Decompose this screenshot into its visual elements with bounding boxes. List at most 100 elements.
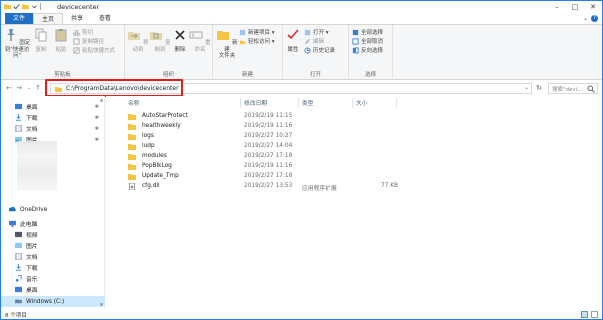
pin-quick-access-button[interactable]: 固定到"快速访问"	[3, 28, 31, 60]
forward-arrow-icon[interactable]: →	[15, 84, 23, 93]
copy-to-button[interactable]: 复制到	[149, 28, 171, 53]
maximize-button[interactable]: □	[566, 1, 584, 13]
invert-selection-button[interactable]: 反向选择	[352, 46, 383, 54]
back-arrow-icon[interactable]: ←	[5, 84, 13, 93]
cut-button[interactable]: 剪切	[73, 28, 93, 36]
tab-view[interactable]: 查看	[91, 13, 119, 24]
history-button[interactable]: 历史记录	[304, 46, 335, 54]
search-placeholder: 搜索"devi...	[552, 87, 583, 93]
move-to-button[interactable]: 移动到	[127, 28, 149, 53]
file-type: 应用程序扩展	[302, 186, 337, 192]
chevron-down-icon[interactable]: ⌄	[524, 84, 529, 91]
cut-label: 剪切	[82, 30, 94, 36]
column-separator[interactable]	[396, 98, 397, 108]
new-folder-label: 新建 文件夹	[218, 40, 238, 59]
table-row[interactable]: logs 2019/2/27 10:27	[124, 132, 424, 142]
paste-shortcut-icon	[73, 46, 80, 54]
address-bar[interactable]: C:\ProgramData\Lenovo\devicecenter ⌄	[50, 83, 532, 94]
tab-home[interactable]: 主页	[33, 13, 64, 24]
scroll-up-icon[interactable]: ▲	[99, 97, 104, 102]
folder-icon	[128, 154, 136, 160]
dropdown-icon[interactable]	[31, 3, 38, 10]
tab-share[interactable]: 共享	[63, 13, 91, 24]
open-group-label: 打开	[309, 72, 321, 78]
address-path: C:\ProgramData\Lenovo\devicecenter	[66, 85, 179, 92]
column-separator[interactable]	[240, 98, 241, 108]
drive-item-c[interactable]: Windows (C:)	[1, 296, 105, 307]
up-arrow-icon[interactable]: ↑	[34, 84, 42, 93]
rename-button[interactable]: 重命名	[189, 28, 211, 53]
nav-label: 音乐	[26, 277, 38, 283]
nav-scrollbar[interactable]: ▲ ▼	[99, 97, 104, 307]
invert-selection-label: 反向选择	[361, 48, 384, 54]
refresh-icon[interactable]: ↻	[536, 84, 542, 92]
table-row[interactable]: ludp 2019/2/27 14:04	[124, 142, 424, 152]
organize-group: 移动到 复制到 删除 重命名 组织	[125, 25, 213, 80]
quick-access-item-desktop[interactable]: 桌面 ✱	[1, 101, 105, 112]
properties-label: 属性	[287, 46, 299, 53]
copy-path-icon	[73, 37, 80, 45]
nav-label: 此电脑	[20, 222, 38, 228]
checkmark-icon[interactable]	[13, 3, 20, 10]
open-button[interactable]: 打开 ▾	[304, 28, 329, 36]
this-pc-item[interactable]: 此电脑	[1, 218, 105, 229]
pc-item-documents[interactable]: 文档	[1, 251, 105, 262]
nav-label: 下载	[26, 116, 38, 122]
folder-icon	[128, 124, 136, 130]
folder-icon[interactable]	[22, 3, 29, 10]
table-row[interactable]: modules 2019/2/27 17:18	[124, 152, 424, 162]
details-view-icon[interactable]	[581, 311, 588, 318]
column-header-type[interactable]: 类型	[302, 98, 314, 108]
pc-item-videos[interactable]: 视频	[1, 229, 105, 240]
paste-button[interactable]: 粘贴	[51, 28, 71, 53]
recent-locations-icon[interactable]: ⌄	[25, 84, 33, 93]
open-group: 属性 打开 ▾ 编辑 历史记录 打开	[283, 25, 349, 80]
select-all-button[interactable]: 全部选择	[352, 28, 383, 36]
folder-icon	[128, 164, 136, 170]
quick-access-item-downloads[interactable]: 下载 ✱	[1, 112, 105, 123]
column-separator[interactable]	[298, 98, 299, 108]
pc-item-music[interactable]: 音乐	[1, 273, 105, 284]
column-header-size[interactable]: 大小	[356, 98, 368, 108]
delete-button[interactable]: 删除	[171, 28, 189, 53]
table-row[interactable]: Update_Tmp 2019/2/27 17:18	[124, 172, 424, 182]
large-icons-view-icon[interactable]	[591, 311, 598, 318]
table-row[interactable]: healthweekly 2019/2/19 11:16	[124, 122, 424, 132]
pc-item-desktop[interactable]: 桌面	[1, 284, 105, 295]
status-bar: 8 个项目	[1, 309, 602, 319]
close-button[interactable]: ✕	[584, 1, 602, 13]
minimize-button[interactable]: –	[548, 1, 566, 13]
drive-icon	[15, 299, 22, 304]
properties-button[interactable]: 属性	[284, 28, 302, 53]
collapse-ribbon-icon[interactable]: ⌄	[583, 15, 588, 22]
delete-icon	[175, 30, 185, 40]
pc-item-pictures[interactable]: 图片	[1, 240, 105, 251]
file-date: 2019/2/19 11:16	[244, 123, 293, 129]
edit-button[interactable]: 编辑	[304, 37, 324, 45]
table-row[interactable]: cfg.dll 2019/2/27 13:53 应用程序扩展 77 KB	[124, 182, 424, 192]
open-icon	[304, 29, 311, 35]
onedrive-item[interactable]: OneDrive	[1, 204, 105, 215]
table-row[interactable]: PopBlkLog 2019/2/19 11:16	[124, 162, 424, 172]
tab-file[interactable]: 文件	[5, 13, 34, 24]
search-box[interactable]: 搜索"devi...	[548, 83, 598, 94]
nav-label: 文档	[26, 127, 38, 133]
desktop-icon	[15, 103, 22, 110]
easy-access-button[interactable]: 轻松访问 ▾	[239, 37, 275, 45]
help-icon[interactable]: ?	[591, 15, 598, 22]
scroll-down-icon[interactable]: ▼	[99, 302, 104, 307]
column-separator[interactable]	[352, 98, 353, 108]
copy-button[interactable]: 复制	[31, 28, 51, 53]
new-folder-button[interactable]: 新建 文件夹	[215, 28, 239, 60]
column-header-date[interactable]: 修改日期	[244, 98, 267, 108]
select-none-button[interactable]: 全部取消	[352, 37, 383, 45]
nav-label: 桌面	[26, 105, 38, 111]
copy-path-button[interactable]: 复制路径	[73, 37, 104, 45]
paste-shortcut-button[interactable]: 粘贴快捷方式	[73, 46, 115, 54]
quick-access-item-documents[interactable]: 文档 ✱	[1, 123, 105, 134]
column-header-name[interactable]: 名称	[128, 98, 140, 108]
new-item-button[interactable]: 新建项目 ▾	[239, 28, 275, 36]
table-row[interactable]: AutoStarProtect 2019/2/19 11:15	[124, 112, 424, 122]
pc-item-downloads[interactable]: 下载	[1, 262, 105, 273]
file-name: ludp	[142, 143, 155, 149]
